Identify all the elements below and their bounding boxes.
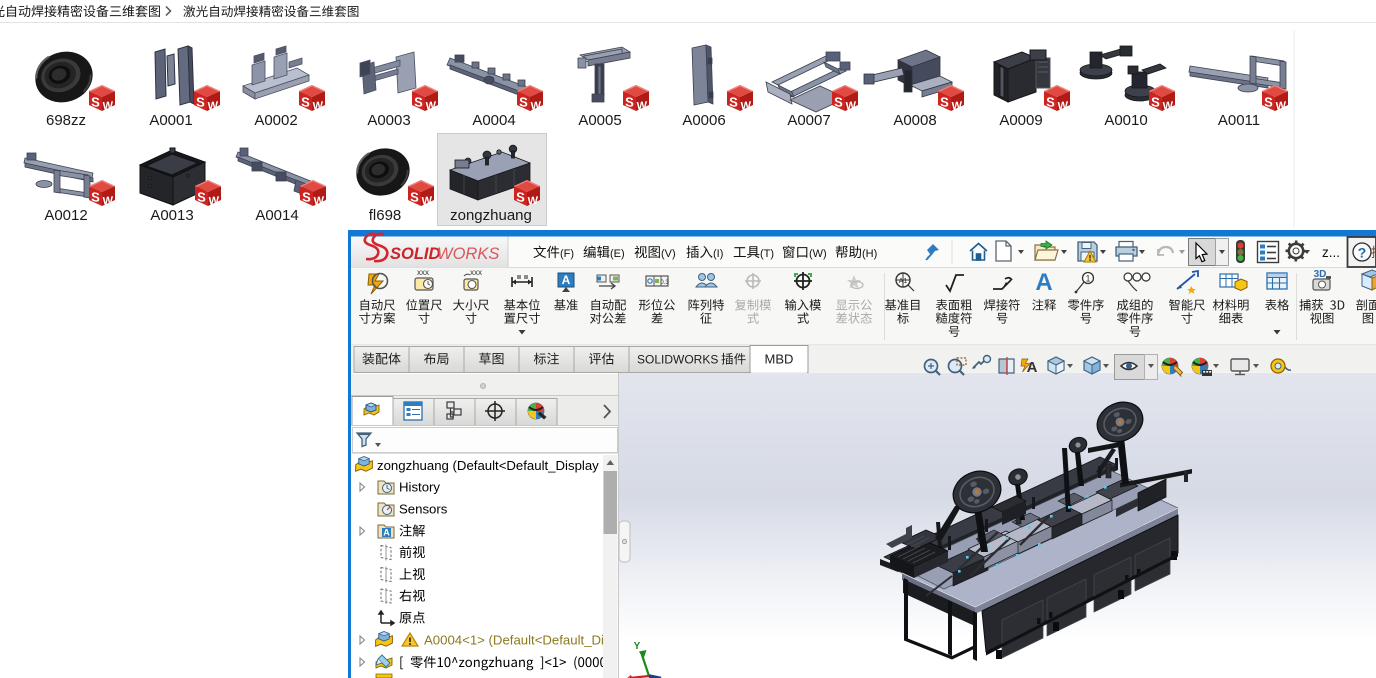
svg-text:0.3: 0.3 <box>660 280 669 286</box>
svg-text:(I): (I) <box>713 248 723 260</box>
svg-text:(V): (V) <box>661 248 676 260</box>
svg-text:?: ? <box>1358 245 1367 261</box>
svg-text:A: A <box>1027 359 1038 376</box>
svg-text:SOLIDWORKS: SOLIDWORKS <box>637 353 718 367</box>
svg-text:3D: 3D <box>1314 269 1327 280</box>
svg-text:z...: z... <box>1322 245 1340 260</box>
svg-text:A: A <box>562 273 571 287</box>
svg-text:(H): (H) <box>862 248 877 260</box>
svg-text:A0002: A0002 <box>254 112 297 129</box>
svg-text:A0010: A0010 <box>1104 112 1147 129</box>
svg-text:MBD: MBD <box>765 352 794 367</box>
svg-text:A0004<1> (Default<Default_Di: A0004<1> (Default<Default_Di <box>424 633 604 648</box>
svg-text:zongzhuang (Default<Default_D: zongzhuang (Default<Default_Display <box>377 458 599 473</box>
svg-text:A0001: A0001 <box>149 112 192 129</box>
svg-text:A0013: A0013 <box>150 207 193 224</box>
svg-text:A0003: A0003 <box>367 112 410 129</box>
svg-text:(F): (F) <box>560 248 574 260</box>
svg-text:fl698: fl698 <box>369 207 402 224</box>
svg-text:WORKS: WORKS <box>437 245 499 263</box>
svg-text:A0011: A0011 <box>1218 112 1260 129</box>
svg-text:(W): (W) <box>809 248 827 260</box>
svg-text:xxx: xxx <box>470 268 482 277</box>
svg-text:A0005: A0005 <box>578 112 621 129</box>
svg-text:A0007: A0007 <box>787 112 830 129</box>
svg-text:A1: A1 <box>899 278 908 285</box>
svg-text:History: History <box>399 480 440 495</box>
svg-text:(T): (T) <box>760 248 774 260</box>
svg-text:A0008: A0008 <box>893 112 936 129</box>
svg-text:A0014: A0014 <box>255 207 298 224</box>
svg-text:A0009: A0009 <box>999 112 1042 129</box>
svg-text:(E): (E) <box>610 248 625 260</box>
svg-text:A: A <box>1035 269 1052 296</box>
svg-text:SOLID: SOLID <box>390 245 441 263</box>
svg-text:A: A <box>383 528 390 538</box>
svg-text:xxx: xxx <box>417 268 429 277</box>
svg-text:A0004: A0004 <box>472 112 515 129</box>
svg-text:Sensors: Sensors <box>399 502 448 517</box>
svg-text:A0006: A0006 <box>682 112 725 129</box>
svg-text:Y: Y <box>634 641 641 652</box>
svg-text:1: 1 <box>1085 274 1090 284</box>
svg-text:zongzhuang: zongzhuang <box>450 207 532 224</box>
svg-text:698zz: 698zz <box>46 112 86 129</box>
svg-text:A0012: A0012 <box>44 207 87 224</box>
